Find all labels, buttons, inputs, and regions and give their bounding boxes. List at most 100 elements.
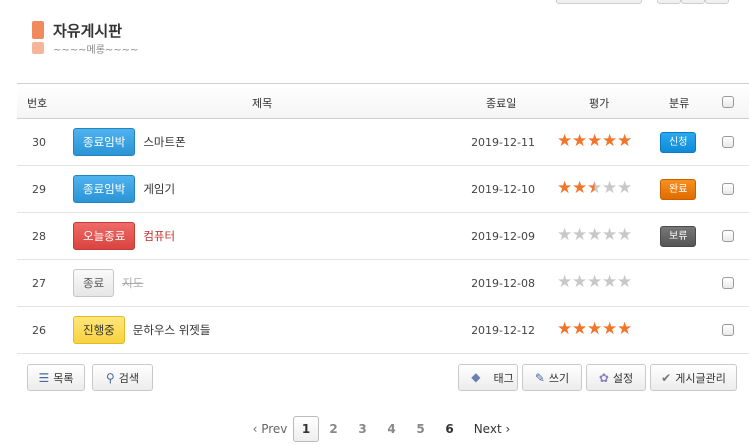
post-title-link[interactable]: 지도 [122,275,143,291]
page-2[interactable]: 2 [319,422,348,436]
table-row: 26 진행중 문하우스 위젯들 2019-12-12 ★ ★ ★ ★ ★ [17,307,749,354]
top-toolbar-button[interactable] [556,0,642,4]
status-badge: 오늘종료 [73,222,136,250]
star-icon: ★ [587,272,603,292]
page-5[interactable]: 5 [406,422,435,436]
star-icon: ★ [602,272,618,292]
pencil-icon: ✎ [534,370,545,385]
post-number: 28 [32,230,46,243]
star-icon: ★ [557,225,573,245]
star-icon: ★ [602,225,618,245]
check-icon: ✔ [661,370,672,385]
star-icon: ★ [617,225,633,245]
row-checkbox[interactable] [722,324,734,336]
list-button-label: 목록 [53,371,74,385]
status-badge: 진행중 [73,316,125,344]
star-icon: ★ [572,178,588,198]
select-all-checkbox[interactable] [722,96,734,108]
chevron-right-icon: › [501,422,511,436]
star-icon: ★ [617,272,633,292]
tag-button[interactable]: ◆ 태그 [458,364,518,391]
board-subtitle: ~~~~메롱~~~~ [53,45,139,56]
write-button-label: 쓰기 [548,371,570,385]
post-title-link[interactable]: 스마트폰 [143,134,185,150]
header-title: 제목 [252,97,273,110]
page-6[interactable]: 6 [435,422,464,436]
star-icon: ★ [617,131,633,151]
star-icon: ★ [557,178,573,198]
header-no: 번호 [27,97,48,110]
post-title-cell: 오늘종료 컴퓨터 [73,222,175,250]
star-icon: ★ [572,131,588,151]
post-number: 27 [32,277,46,290]
rating-stars: ★ ★ ★ ★ ★ [557,319,632,339]
board-list: 번호 제목 종료일 평가 분류 30 종료임박 스마트폰 2019-12-11 … [17,83,749,354]
header-end-date: 종료일 [486,97,517,110]
write-button[interactable]: ✎ 쓰기 [522,364,582,391]
settings-button-label: 설정 [612,371,634,385]
star-icon: ★ [557,131,573,151]
rating-stars: ★ ★ ★ ★ ★ [557,272,633,292]
star-icon: ★ [557,319,573,339]
post-title-cell: 종료임박 스마트폰 [73,128,186,156]
subtitle-accent-bar [32,42,44,54]
next-label: Next [473,422,502,436]
row-checkbox[interactable] [722,136,734,148]
status-badge: 종료임박 [73,175,136,203]
category-badge: 보류 [660,226,697,247]
star-icon: ★ [572,225,588,245]
row-checkbox[interactable] [722,183,734,195]
star-icon: ★ [602,319,618,339]
manage-posts-button-label: 게시글관리 [675,371,726,385]
status-badge: 종료임박 [73,128,136,156]
settings-button[interactable]: ✿ 설정 [586,364,646,391]
list-icon: ☰ [38,370,50,385]
star-icon: ★ [587,131,603,151]
category-badge: 신청 [660,132,697,153]
rating-stars: ★ ★ ★ ★ ★ [557,225,633,245]
page-3[interactable]: 3 [348,422,377,436]
post-number: 29 [32,183,46,196]
manage-posts-button[interactable]: ✔ 게시글관리 [650,364,737,391]
row-checkbox[interactable] [722,230,734,242]
page-4[interactable]: 4 [377,422,406,436]
category-badge: 완료 [660,179,697,200]
rating-stars: ★ ★ ★ ★ ★ [557,178,632,198]
table-row: 30 종료임박 스마트폰 2019-12-11 ★ ★ ★ ★ ★ 신청 [17,119,749,166]
search-button[interactable]: ⚲ 검색 [92,364,153,391]
rating-stars: ★ ★ ★ ★ ★ [557,131,633,151]
title-accent-bar [32,21,44,39]
post-end-date: 2019-12-08 [471,277,535,290]
prev-label: Prev [261,422,288,436]
post-end-date: 2019-12-09 [471,230,535,243]
star-icon: ★ [587,225,603,245]
header-category: 분류 [669,97,690,110]
list-button[interactable]: ☰ 목록 [27,364,85,391]
star-icon: ★ [572,319,588,339]
top-view-button-1[interactable] [657,0,681,4]
post-title-cell: 종료 지도 [73,269,143,297]
post-title-link[interactable]: 문하우스 위젯들 [133,322,211,338]
post-title-link[interactable]: 컴퓨터 [143,228,175,244]
top-view-button-2[interactable] [681,0,705,4]
next-page-link[interactable]: Next › [464,422,520,436]
prev-page-link[interactable]: ‹ Prev [247,422,293,436]
row-checkbox[interactable] [722,277,734,289]
top-view-button-3[interactable] [705,0,729,4]
gear-icon: ✿ [598,370,609,385]
post-number: 26 [32,324,46,337]
pagination: ‹ Prev 1 2 3 4 5 6 Next › [247,416,520,442]
star-icon: ★ [557,272,573,292]
star-icon: ★ [587,319,603,339]
star-icon: ★ [572,272,588,292]
post-title-link[interactable]: 게임기 [143,181,175,197]
page-1[interactable]: 1 [293,416,319,442]
board-title: 자유게시판 [53,22,123,40]
search-button-label: 검색 [118,371,140,385]
post-number: 30 [32,136,46,149]
table-row: 27 종료 지도 2019-12-08 ★ ★ ★ ★ ★ [17,260,749,307]
post-title-cell: 종료임박 게임기 [73,175,175,203]
post-end-date: 2019-12-11 [471,136,535,149]
header-rating: 평가 [589,97,610,110]
tag-button-label: 태그 [493,371,514,385]
